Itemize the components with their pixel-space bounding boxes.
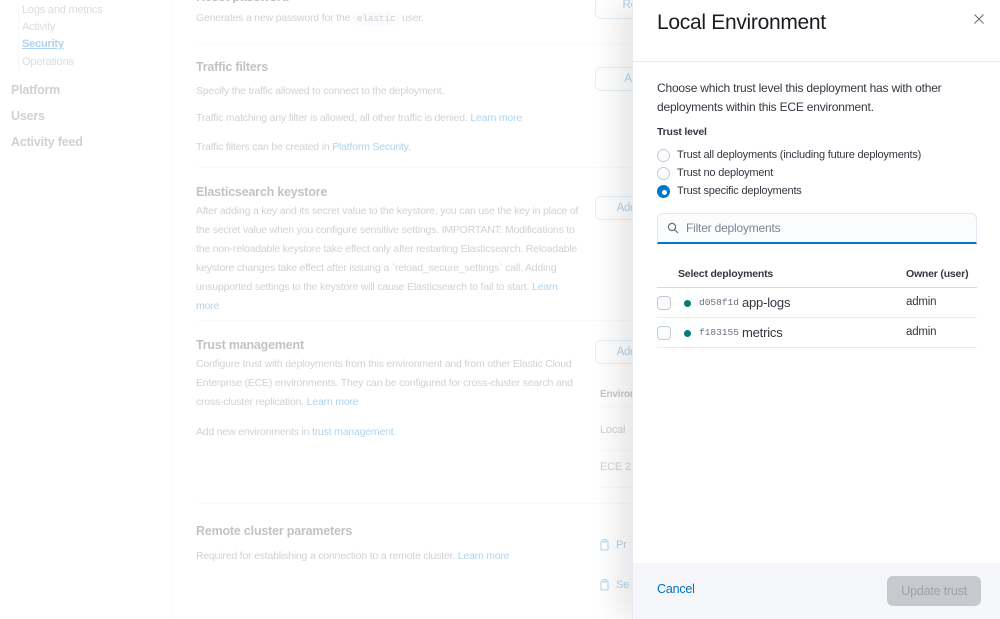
- radio-icon: [657, 185, 670, 198]
- deployment-id: d058f1d: [699, 297, 739, 308]
- flyout-intro-text: Choose which trust level this deployment…: [657, 79, 987, 117]
- table-header-row: Select deployments Owner (user): [657, 264, 977, 288]
- filter-deployments-input[interactable]: [686, 221, 956, 235]
- row-checkbox[interactable]: [657, 326, 671, 340]
- deployment-id: f183155: [699, 327, 739, 338]
- filter-deployments-field: [657, 213, 977, 244]
- trust-level-label: Trust level: [657, 126, 707, 138]
- flyout-header-divider: [633, 61, 1000, 62]
- cancel-button[interactable]: Cancel: [657, 582, 695, 596]
- radio-icon: [657, 167, 670, 180]
- table-row-app-logs: d058f1d app-logs admin: [657, 288, 977, 318]
- health-dot-icon: [684, 300, 691, 307]
- health-dot-icon: [684, 330, 691, 337]
- close-icon[interactable]: [972, 12, 986, 26]
- deployment-owner: admin: [906, 326, 936, 338]
- update-trust-button[interactable]: Update trust: [887, 576, 981, 606]
- deployments-table: Select deployments Owner (user) d058f1d …: [657, 264, 977, 348]
- radio-trust-specific[interactable]: Trust specific deployments: [657, 183, 802, 199]
- table-row-metrics: f183155 metrics admin: [657, 318, 977, 348]
- flyout-title: Local Environment: [657, 11, 826, 35]
- deployment-security-page: Logs and metrics Activity Security Opera…: [0, 0, 1000, 619]
- local-environment-flyout: Local Environment Choose which trust lev…: [632, 0, 1000, 619]
- radio-trust-all[interactable]: Trust all deployments (including future …: [657, 147, 921, 163]
- radio-icon: [657, 149, 670, 162]
- owner-header: Owner (user): [906, 268, 968, 280]
- deployment-name[interactable]: app-logs: [742, 295, 790, 310]
- deployment-owner: admin: [906, 296, 936, 308]
- search-icon: [667, 222, 679, 234]
- flyout-footer: Cancel Update trust: [633, 563, 1000, 619]
- row-checkbox[interactable]: [657, 296, 671, 310]
- radio-trust-none[interactable]: Trust no deployment: [657, 165, 773, 181]
- select-deployments-header: Select deployments: [678, 268, 773, 280]
- deployment-name[interactable]: metrics: [742, 325, 783, 340]
